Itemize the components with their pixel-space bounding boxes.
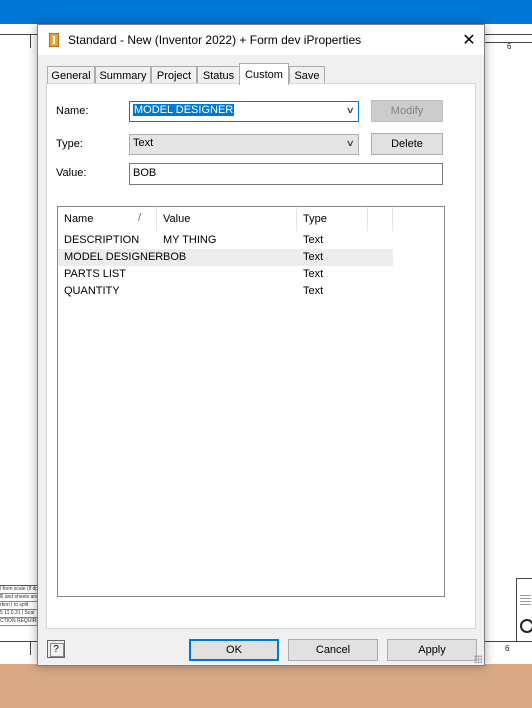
chevron-down-icon[interactable]: ∨ — [346, 105, 355, 116]
iproperties-dialog: Standard - New (Inventor 2022) + Form de… — [37, 24, 485, 666]
type-combobox[interactable]: Text ∨ — [129, 134, 359, 155]
frame-line-bottom-left — [0, 641, 37, 642]
tab-save[interactable]: Save — [289, 66, 325, 84]
cell-name: PARTS LIST — [64, 268, 126, 280]
value-field[interactable]: BOB — [129, 163, 443, 185]
cancel-button[interactable]: Cancel — [288, 639, 378, 661]
dialog-footer: ? OK Cancel Apply — [38, 629, 484, 665]
name-combobox[interactable]: MODEL DESIGNER ∨ — [129, 101, 359, 122]
title-block-line: rtion | to split — [0, 602, 38, 610]
frame-line-top-left — [0, 34, 37, 35]
ok-button[interactable]: OK — [189, 639, 279, 661]
column-header-blank[interactable] — [368, 207, 393, 231]
cell-value: MY THING — [163, 234, 217, 246]
cell-type: Text — [303, 268, 324, 280]
sort-indicator-icon: / — [138, 212, 142, 224]
signature-mark — [520, 593, 531, 605]
title-block-line: CTION REQUIRE — [0, 618, 38, 626]
tab-project[interactable]: Project — [151, 66, 197, 84]
custom-properties-list[interactable]: Name / Value Type DESCRIPTION MY THING T… — [57, 206, 445, 597]
list-row-selected[interactable]: MODEL DESIGNER BOB Text — [58, 249, 393, 266]
column-header-value[interactable]: Value — [157, 207, 297, 231]
cell-type: Text — [303, 251, 324, 263]
title-block-right-fragment — [516, 578, 532, 642]
apply-button[interactable]: Apply — [387, 639, 477, 661]
cell-name: QUANTITY — [64, 285, 120, 297]
frame-tick — [30, 34, 31, 48]
resize-grip-icon[interactable] — [474, 655, 482, 663]
tab-status[interactable]: Status — [197, 66, 240, 84]
column-header-name[interactable]: Name / — [58, 207, 157, 231]
frame-tick-bottom — [30, 641, 31, 655]
delete-button[interactable]: Delete — [371, 133, 443, 155]
tab-custom[interactable]: Custom — [239, 63, 289, 85]
inventor-app-icon — [49, 33, 59, 47]
window-top-strip — [0, 0, 532, 24]
list-row[interactable]: QUANTITY Text — [58, 283, 393, 300]
company-logo-icon — [520, 619, 532, 633]
close-icon: ✕ — [462, 32, 476, 49]
close-button[interactable]: ✕ — [454, 25, 484, 55]
cell-name: DESCRIPTION — [64, 234, 140, 246]
title-block-line: lll and sheets are — [0, 594, 38, 602]
title-block-line: 5 11.0.31 | Scal — [0, 610, 38, 618]
cell-type: Text — [303, 285, 324, 297]
list-header: Name / Value Type — [58, 207, 444, 231]
help-button[interactable]: ? — [47, 640, 65, 658]
cell-type: Text — [303, 234, 324, 246]
title-block-line: l from scale (if dpi — [0, 586, 38, 594]
column-header-type[interactable]: Type — [297, 207, 368, 231]
type-label: Type: — [56, 138, 83, 150]
zone-label-top: 6 — [507, 42, 512, 51]
value-label: Value: — [56, 167, 87, 179]
zone-label-bottom: 6 — [505, 644, 510, 653]
help-icon: ? — [53, 643, 59, 655]
dialog-titlebar[interactable]: Standard - New (Inventor 2022) + Form de… — [38, 25, 484, 55]
modify-button[interactable]: Modify — [371, 100, 443, 122]
list-row[interactable]: DESCRIPTION MY THING Text — [58, 232, 393, 249]
desktop-background — [0, 664, 532, 708]
title-block-fragment: l from scale (if dpi lll and sheets are … — [0, 585, 38, 637]
tab-general[interactable]: General — [47, 66, 95, 84]
list-row[interactable]: PARTS LIST Text — [58, 266, 393, 283]
name-label: Name: — [56, 105, 89, 117]
type-selected-text: Text — [133, 137, 154, 149]
tab-summary[interactable]: Summary — [95, 66, 151, 84]
cell-value: BOB — [163, 251, 187, 263]
frame-line-top-right — [485, 34, 532, 35]
cell-name: MODEL DESIGNER — [64, 251, 164, 263]
dialog-title: Standard - New (Inventor 2022) + Form de… — [68, 33, 362, 47]
name-selected-text: MODEL DESIGNER — [133, 104, 235, 116]
chevron-down-icon[interactable]: ∨ — [346, 138, 355, 149]
